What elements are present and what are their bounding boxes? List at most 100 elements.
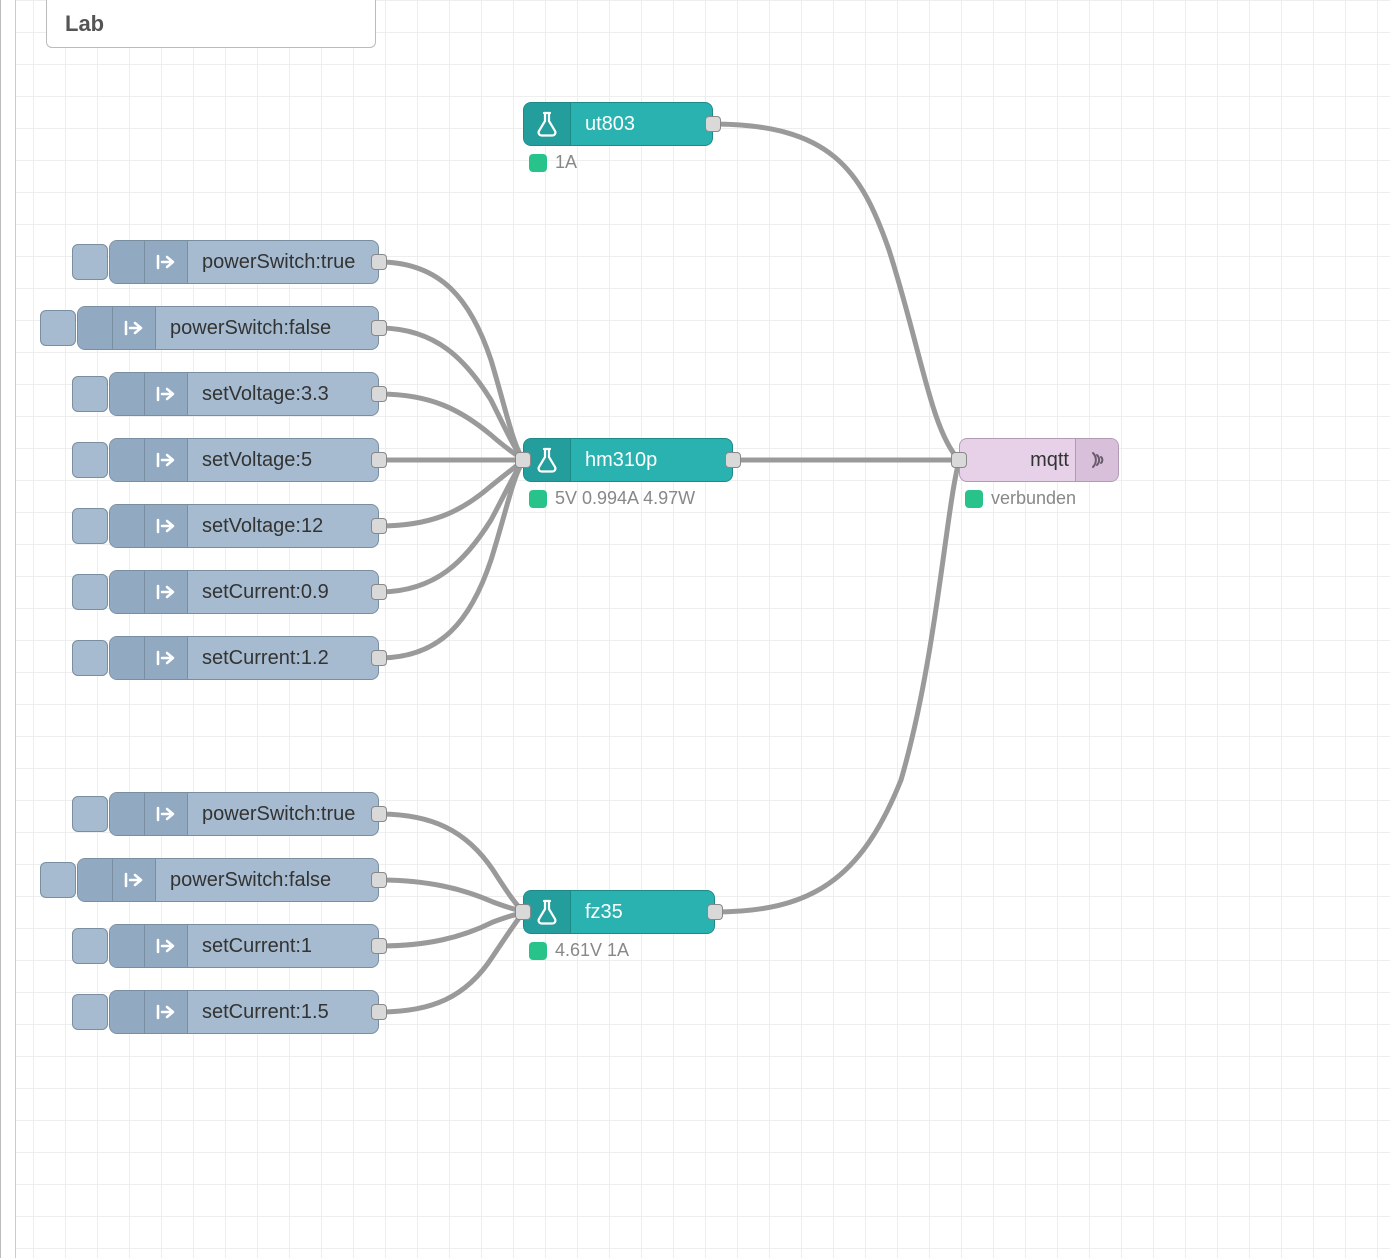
port-out[interactable] xyxy=(371,938,387,954)
inject-trigger-button[interactable] xyxy=(72,376,108,412)
inject-trigger-section xyxy=(110,793,145,835)
node-fz35[interactable]: fz35 xyxy=(523,890,715,934)
arrow-right-icon xyxy=(145,925,188,967)
inject-label: setCurrent:1.2 xyxy=(188,637,378,679)
status-text: 5V 0.994A 4.97W xyxy=(555,488,695,509)
inject-trigger-button[interactable] xyxy=(72,244,108,280)
port-in[interactable] xyxy=(515,904,531,920)
port-out[interactable] xyxy=(371,806,387,822)
inject-trigger-section xyxy=(78,859,113,901)
flask-icon xyxy=(524,891,571,933)
node-hm310p-label: hm310p xyxy=(571,439,732,481)
node-ut803-status: 1A xyxy=(529,152,577,173)
flask-icon xyxy=(524,103,571,145)
arrow-right-icon xyxy=(113,859,156,901)
node-fz35-label: fz35 xyxy=(571,891,714,933)
inject-label: powerSwitch:true xyxy=(188,793,378,835)
node-hm310p-status: 5V 0.994A 4.97W xyxy=(529,488,695,509)
status-dot xyxy=(529,942,547,960)
inject-setvoltage-12[interactable]: setVoltage:12 xyxy=(109,504,379,548)
node-ut803-label: ut803 xyxy=(571,103,712,145)
inject-label: setCurrent:1 xyxy=(188,925,378,967)
inject-trigger-section xyxy=(110,439,145,481)
node-ut803[interactable]: ut803 xyxy=(523,102,713,146)
inject-trigger-button[interactable] xyxy=(72,442,108,478)
left-gutter xyxy=(1,0,16,1258)
port-out[interactable] xyxy=(371,872,387,888)
inject-setcurrent-0-9[interactable]: setCurrent:0.9 xyxy=(109,570,379,614)
flask-icon xyxy=(524,439,571,481)
tab-lab[interactable]: Lab xyxy=(46,0,376,48)
status-text: 1A xyxy=(555,152,577,173)
inject-setcurrent-1-2[interactable]: setCurrent:1.2 xyxy=(109,636,379,680)
inject-trigger-section xyxy=(110,241,145,283)
node-fz35-status: 4.61V 1A xyxy=(529,940,629,961)
inject-label: setVoltage:3.3 xyxy=(188,373,378,415)
inject-trigger-section xyxy=(110,925,145,967)
tab-label: Lab xyxy=(65,11,104,36)
arrow-right-icon xyxy=(145,637,188,679)
port-out[interactable] xyxy=(371,584,387,600)
inject-trigger-button[interactable] xyxy=(40,310,76,346)
port-out[interactable] xyxy=(371,386,387,402)
node-mqtt-status: verbunden xyxy=(965,488,1076,509)
inject-label: setCurrent:0.9 xyxy=(188,571,378,613)
inject-trigger-button[interactable] xyxy=(40,862,76,898)
inject-label: powerSwitch:false xyxy=(156,307,378,349)
arrow-right-icon xyxy=(145,991,188,1033)
arrow-right-icon xyxy=(145,571,188,613)
inject-trigger-section xyxy=(110,373,145,415)
inject-trigger-section xyxy=(110,637,145,679)
port-in[interactable] xyxy=(515,452,531,468)
node-mqtt-label: mqtt xyxy=(960,439,1075,481)
status-text: verbunden xyxy=(991,488,1076,509)
inject-trigger-section xyxy=(110,571,145,613)
arrow-right-icon xyxy=(145,373,188,415)
port-out[interactable] xyxy=(705,116,721,132)
inject-trigger-button[interactable] xyxy=(72,574,108,610)
inject-trigger-button[interactable] xyxy=(72,640,108,676)
inject-setcurrent-1[interactable]: setCurrent:1 xyxy=(109,924,379,968)
status-text: 4.61V 1A xyxy=(555,940,629,961)
port-out[interactable] xyxy=(371,452,387,468)
port-out[interactable] xyxy=(371,254,387,270)
status-dot xyxy=(529,490,547,508)
inject-label: powerSwitch:true xyxy=(188,241,378,283)
status-dot xyxy=(965,490,983,508)
inject-trigger-section xyxy=(110,991,145,1033)
port-out[interactable] xyxy=(371,1004,387,1020)
inject-powerswitch-true[interactable]: powerSwitch:true xyxy=(109,792,379,836)
port-out[interactable] xyxy=(707,904,723,920)
arrow-right-icon xyxy=(145,241,188,283)
inject-trigger-button[interactable] xyxy=(72,994,108,1030)
inject-trigger-button[interactable] xyxy=(72,508,108,544)
port-in[interactable] xyxy=(951,452,967,468)
inject-label: setVoltage:5 xyxy=(188,439,378,481)
arrow-right-icon xyxy=(145,505,188,547)
port-out[interactable] xyxy=(725,452,741,468)
arrow-right-icon xyxy=(145,439,188,481)
inject-setvoltage-3-3[interactable]: setVoltage:3.3 xyxy=(109,372,379,416)
inject-setcurrent-1-5[interactable]: setCurrent:1.5 xyxy=(109,990,379,1034)
port-out[interactable] xyxy=(371,650,387,666)
node-hm310p[interactable]: hm310p xyxy=(523,438,733,482)
flow-canvas[interactable]: Lab ut803 1A xyxy=(0,0,1390,1258)
port-out[interactable] xyxy=(371,518,387,534)
wire-layer xyxy=(1,0,1390,1258)
inject-label: setVoltage:12 xyxy=(188,505,378,547)
inject-setvoltage-5[interactable]: setVoltage:5 xyxy=(109,438,379,482)
inject-powerswitch-false[interactable]: powerSwitch:false xyxy=(77,306,379,350)
arrow-right-icon xyxy=(145,793,188,835)
port-out[interactable] xyxy=(371,320,387,336)
inject-label: powerSwitch:false xyxy=(156,859,378,901)
node-mqtt[interactable]: mqtt xyxy=(959,438,1119,482)
inject-trigger-button[interactable] xyxy=(72,928,108,964)
inject-trigger-section xyxy=(110,505,145,547)
arrow-right-icon xyxy=(113,307,156,349)
inject-trigger-button[interactable] xyxy=(72,796,108,832)
status-dot xyxy=(529,154,547,172)
inject-powerswitch-true[interactable]: powerSwitch:true xyxy=(109,240,379,284)
inject-powerswitch-false[interactable]: powerSwitch:false xyxy=(77,858,379,902)
broadcast-icon xyxy=(1075,439,1118,481)
inject-trigger-section xyxy=(78,307,113,349)
